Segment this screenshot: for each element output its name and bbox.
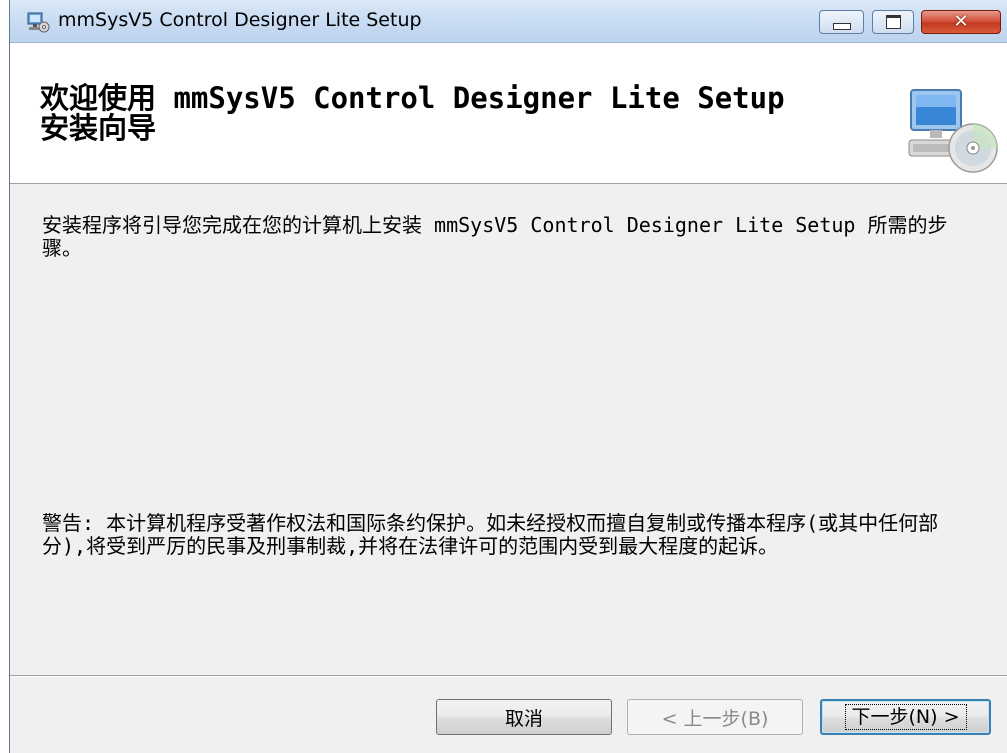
installer-window: mmSysV5 Control Designer Lite Setup ✕ 欢迎… bbox=[9, 0, 1007, 753]
computer-cd-icon bbox=[908, 89, 998, 173]
installer-icon bbox=[27, 12, 50, 33]
content-area: 安装程序将引导您完成在您的计算机上安装 mmSysV5 Control Desi… bbox=[10, 184, 1007, 673]
copyright-warning: 警告: 本计算机程序受著作权法和国际条约保护。如未经授权而擅自复制或传播本程序(… bbox=[42, 511, 939, 558]
header-banner: 欢迎使用 mmSysV5 Control Designer Lite Setup… bbox=[10, 43, 1007, 184]
window-title: mmSysV5 Control Designer Lite Setup bbox=[58, 9, 422, 31]
page-title-line1: 欢迎使用 mmSysV5 Control Designer Lite Setup bbox=[40, 81, 785, 115]
next-button[interactable]: 下一步(N) > bbox=[820, 699, 991, 735]
cancel-button[interactable]: 取消 bbox=[436, 699, 612, 735]
minimize-button[interactable] bbox=[819, 10, 864, 34]
back-button[interactable]: < 上一步(B) bbox=[627, 699, 803, 735]
divider bbox=[10, 675, 1007, 677]
title-bar[interactable]: mmSysV5 Control Designer Lite Setup ✕ bbox=[10, 0, 1007, 43]
intro-text: 安装程序将引导您完成在您的计算机上安装 mmSysV5 Control Desi… bbox=[42, 213, 948, 260]
close-icon: ✕ bbox=[953, 11, 969, 32]
minimize-icon bbox=[832, 22, 851, 30]
next-button-label: 下一步(N) > bbox=[844, 704, 967, 730]
maximize-icon bbox=[885, 15, 901, 29]
close-button[interactable]: ✕ bbox=[921, 10, 1001, 34]
page-title: 欢迎使用 mmSysV5 Control Designer Lite Setup… bbox=[40, 83, 900, 143]
page-title-line2: 安装向导 bbox=[40, 111, 157, 145]
maximize-button[interactable] bbox=[872, 10, 914, 34]
